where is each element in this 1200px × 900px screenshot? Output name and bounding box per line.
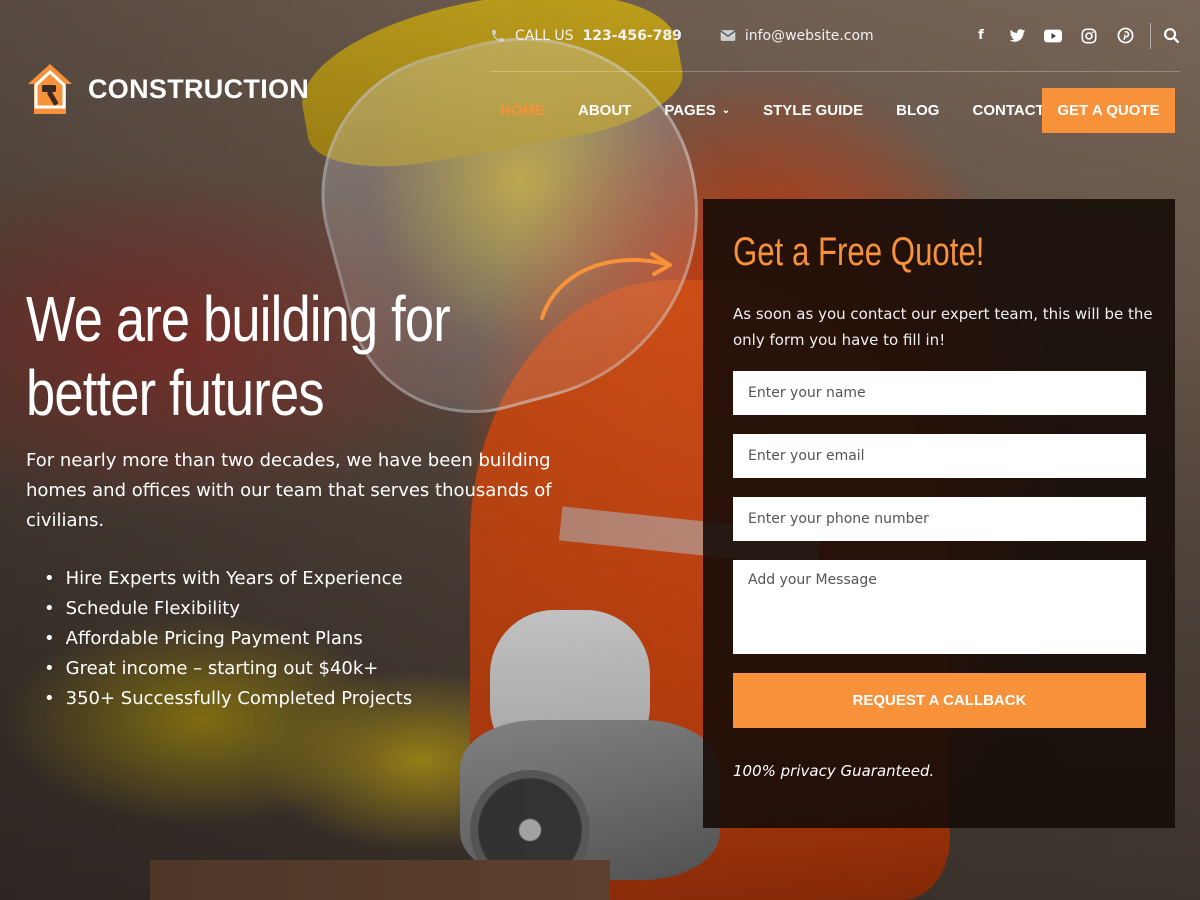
- hero-title-line-1: We are building for: [26, 283, 451, 355]
- top-contact-bar: CALL US 123-456-789 info@website.com f: [490, 0, 1180, 72]
- nav-item-label: STYLE GUIDE: [763, 101, 864, 119]
- facebook-icon[interactable]: f: [972, 27, 990, 45]
- angle-grinder-shape: [460, 720, 720, 880]
- email-contact[interactable]: info@website.com: [720, 28, 874, 44]
- benefit-item: Hire Experts with Years of Experience: [44, 564, 412, 594]
- nav-item-label: ABOUT: [578, 101, 632, 119]
- logo-text: CONSTRUCTION: [88, 73, 310, 104]
- house-hammer-icon: [28, 64, 72, 114]
- nav-item-label: CONTACT: [972, 101, 1045, 119]
- main-navigation: HOME ABOUT PAGES ⌄ STYLE GUIDE BLOG CONT…: [500, 88, 1078, 132]
- phone-number: 123-456-789: [582, 27, 682, 44]
- email-input[interactable]: [733, 434, 1146, 478]
- nav-item-pages[interactable]: PAGES ⌄: [664, 102, 730, 119]
- form-title: Get a Free Quote!: [733, 230, 985, 274]
- benefit-item: Great income – starting out $40k+: [44, 654, 412, 684]
- site-logo[interactable]: CONSTRUCTION: [26, 62, 309, 116]
- header-divider: [1150, 22, 1151, 49]
- benefit-item: Affordable Pricing Payment Plans: [44, 624, 412, 654]
- get-a-quote-button[interactable]: GET A QUOTE: [1042, 88, 1175, 133]
- email-address: info@website.com: [744, 27, 874, 44]
- envelope-icon: [720, 30, 736, 41]
- benefits-list: Hire Experts with Years of Experience Sc…: [44, 564, 413, 714]
- nav-item-contact[interactable]: CONTACT: [972, 102, 1044, 119]
- privacy-note: 100% privacy Guaranteed.: [733, 762, 935, 780]
- chevron-down-icon: ⌄: [721, 104, 731, 116]
- request-callback-button[interactable]: REQUEST A CALLBACK: [733, 673, 1146, 728]
- nav-item-style-guide[interactable]: STYLE GUIDE: [763, 102, 863, 119]
- message-textarea[interactable]: [733, 560, 1146, 654]
- hero-description: For nearly more than two decades, we hav…: [26, 450, 552, 531]
- benefit-item: Schedule Flexibility: [44, 594, 412, 624]
- nav-item-about[interactable]: ABOUT: [578, 102, 631, 119]
- phone-contact[interactable]: CALL US 123-456-789: [490, 28, 682, 44]
- quote-form-panel: Get a Free Quote! As soon as you contact…: [703, 199, 1175, 828]
- youtube-icon[interactable]: [1044, 27, 1062, 45]
- social-links: f: [972, 27, 1134, 45]
- benefit-item: 350+ Successfully Completed Projects: [44, 684, 413, 714]
- name-input[interactable]: [733, 371, 1146, 415]
- nav-item-label: BLOG: [896, 101, 940, 119]
- grinder-disk-shape: [470, 770, 590, 890]
- phone-input[interactable]: [733, 497, 1146, 541]
- pinterest-icon[interactable]: [1116, 27, 1134, 45]
- nav-item-blog[interactable]: BLOG: [896, 102, 939, 119]
- hero-title-line-2: better futures: [26, 357, 325, 429]
- wood-plank-shape: [150, 860, 610, 900]
- hero-title: We are building for better futures: [26, 282, 451, 430]
- nav-item-label: HOME: [500, 101, 545, 119]
- instagram-icon[interactable]: [1080, 27, 1098, 45]
- nav-item-label: PAGES: [664, 101, 716, 119]
- nav-item-home[interactable]: HOME: [500, 102, 545, 119]
- search-icon[interactable]: [1163, 27, 1180, 44]
- glove-shape: [490, 610, 650, 770]
- form-intro: As soon as you contact our expert team, …: [733, 305, 1153, 349]
- phone-prefix: CALL US: [515, 27, 574, 44]
- twitter-icon[interactable]: [1008, 27, 1026, 45]
- phone-icon: [492, 29, 504, 42]
- curved-arrow-icon: [540, 252, 672, 320]
